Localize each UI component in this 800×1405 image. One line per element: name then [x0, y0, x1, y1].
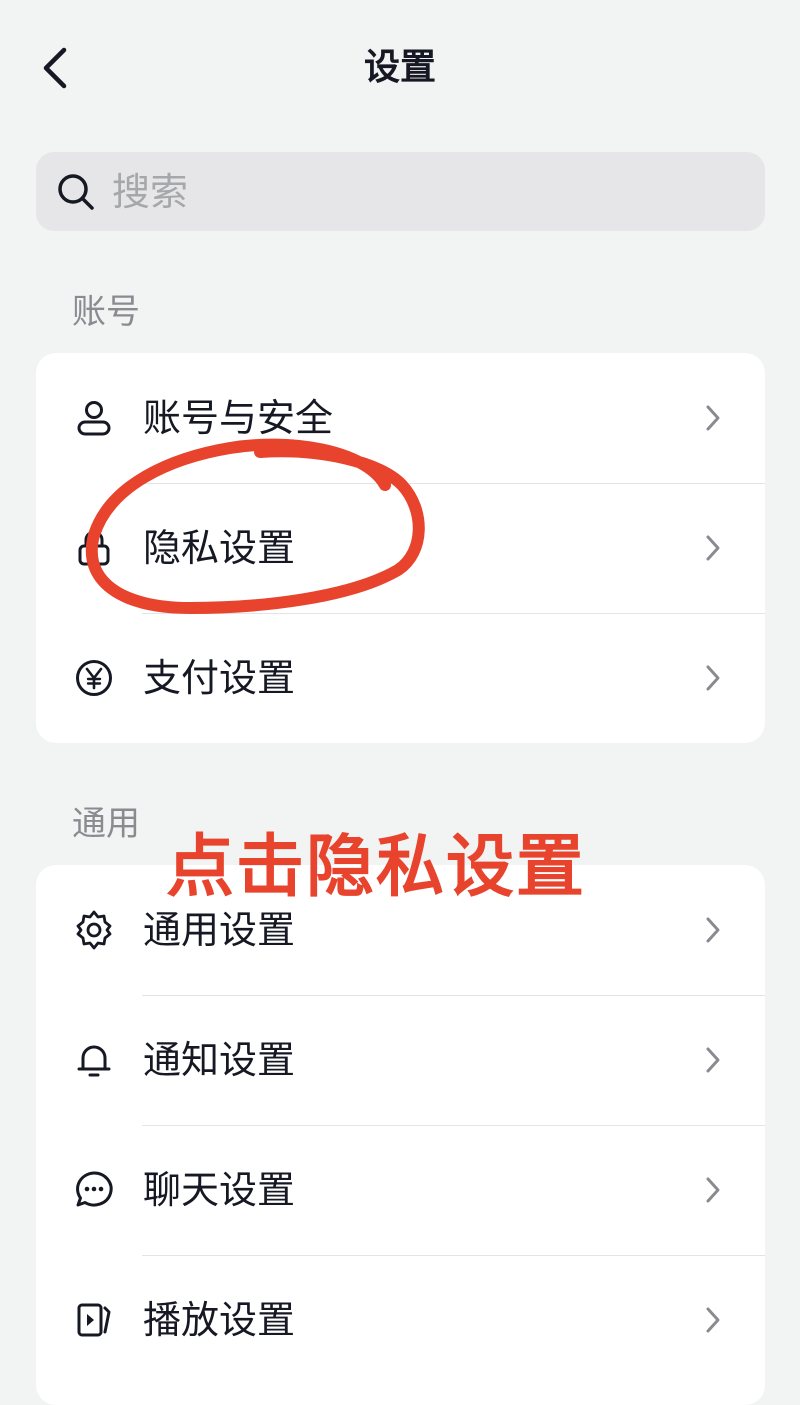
bell-icon	[72, 1038, 116, 1082]
user-icon	[72, 396, 116, 440]
settings-item-notifications[interactable]: 通知设置	[36, 995, 765, 1125]
lock-icon	[72, 526, 116, 570]
chevron-right-icon	[701, 401, 725, 435]
chevron-right-icon	[701, 661, 725, 695]
chevron-right-icon	[701, 1043, 725, 1077]
account-card: 账号与安全 隐私设置 支付设置	[36, 353, 765, 743]
settings-item-label: 通知设置	[143, 1038, 296, 1082]
general-card: 通用设置 通知设置 聊天设置 播放设置	[36, 865, 765, 1405]
settings-item-label: 隐私设置	[143, 526, 296, 570]
section-label-general: 通用	[72, 804, 140, 844]
settings-item-label: 聊天设置	[143, 1168, 296, 1212]
chevron-right-icon	[701, 1303, 725, 1337]
page-title: 设置	[363, 47, 436, 88]
section-label-account: 账号	[72, 292, 140, 332]
settings-item-label: 播放设置	[143, 1298, 296, 1342]
settings-item-account-security[interactable]: 账号与安全	[36, 353, 765, 483]
chevron-right-icon	[701, 1173, 725, 1207]
search-input[interactable]	[112, 161, 732, 222]
chevron-right-icon	[701, 531, 725, 565]
settings-item-label: 账号与安全	[143, 396, 334, 440]
chat-icon	[72, 1168, 116, 1212]
settings-item-general[interactable]: 通用设置	[36, 865, 765, 995]
gear-icon	[72, 908, 116, 952]
chevron-right-icon	[701, 913, 725, 947]
search-bar[interactable]	[36, 152, 765, 231]
search-icon	[56, 172, 96, 212]
settings-item-payment[interactable]: 支付设置	[36, 613, 765, 743]
play-icon	[72, 1298, 116, 1342]
settings-item-playback[interactable]: 播放设置	[36, 1255, 765, 1385]
top-bar: 设置	[0, 0, 800, 140]
settings-item-chat[interactable]: 聊天设置	[36, 1125, 765, 1255]
settings-item-privacy[interactable]: 隐私设置	[36, 483, 765, 613]
settings-item-label: 通用设置	[143, 908, 296, 952]
settings-item-label: 支付设置	[143, 656, 296, 700]
yen-icon	[72, 656, 116, 700]
